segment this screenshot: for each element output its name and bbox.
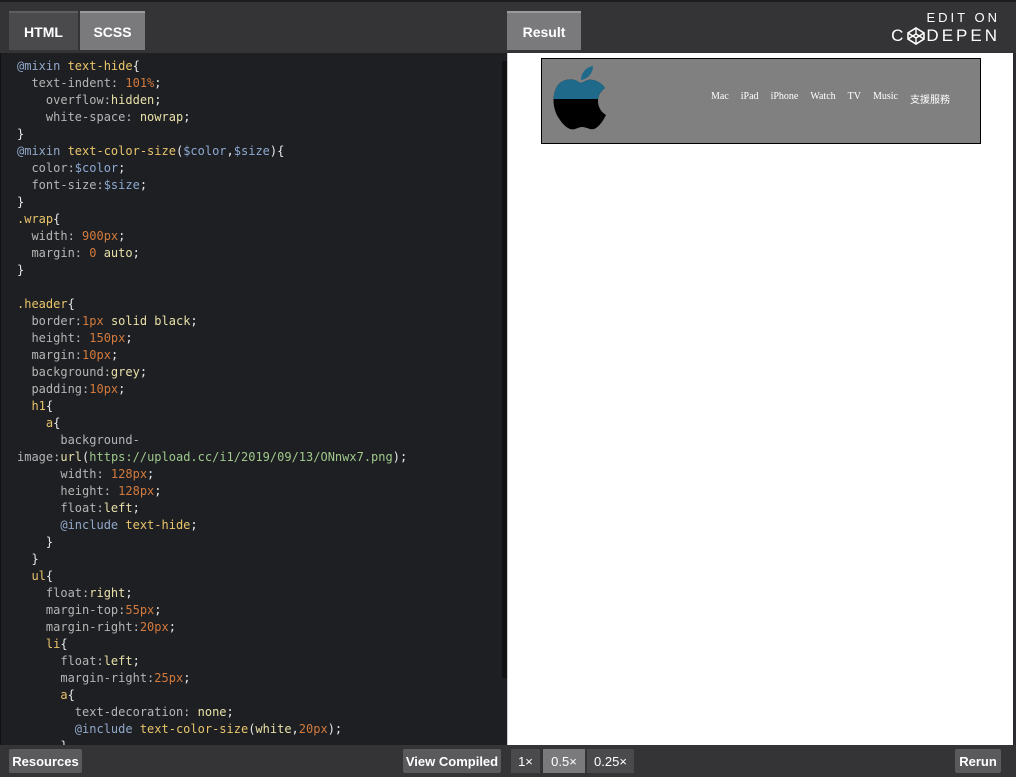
nav-link-ipad[interactable]: iPad [741, 91, 759, 106]
code-line: float:right; [17, 586, 133, 600]
code-line: float:left; [17, 501, 140, 515]
code-line: margin-right:25px; [17, 671, 191, 685]
code-line: padding:10px; [17, 382, 126, 396]
nav-link-support[interactable]: 支援服務 [910, 91, 950, 106]
code-line: @include text-color-size(white,20px); [17, 722, 343, 736]
code-line: li{ [17, 637, 68, 651]
code-line: text-indent: 101%; [17, 76, 162, 90]
scss-editor[interactable]: @mixin text-hide{ text-indent: 101%; ove… [0, 53, 507, 745]
nav-link-music[interactable]: Music [873, 91, 898, 106]
code-line: @mixin text-color-size($color,$size){ [17, 144, 285, 158]
code-line: height: 150px; [17, 331, 133, 345]
codepen-c: C [891, 26, 907, 45]
code-line: @include text-hide; [17, 518, 198, 532]
code-line: @mixin text-hide{ [17, 59, 140, 73]
tab-result[interactable]: Result [507, 11, 581, 50]
code-line: background:grey; [17, 365, 148, 379]
code-line: font-size:$size; [17, 178, 148, 192]
code-line: image:url(https://upload.cc/i1/2019/09/1… [17, 450, 408, 464]
preview-nav: Mac iPad iPhone Watch TV Music 支援服務 [711, 91, 962, 106]
zoom-0.25x-button[interactable]: 0.25× [587, 749, 634, 773]
code-line: margin: 0 auto; [17, 246, 140, 260]
codepen-cube-icon [907, 27, 926, 45]
zoom-0.5x-button[interactable]: 0.5× [543, 749, 585, 773]
nav-link-watch[interactable]: Watch [810, 91, 835, 106]
edit-on-label: EDIT ON [926, 10, 1000, 25]
nav-link-iphone[interactable]: iPhone [771, 91, 799, 106]
code-line: a{ [17, 416, 61, 430]
edit-on-codepen-link[interactable]: EDIT ON C DEPEN [891, 10, 1000, 46]
code-line: } [17, 738, 67, 745]
code-line: } [17, 263, 25, 277]
code-line: width: 128px; [17, 467, 155, 481]
code-line: width: 900px; [17, 229, 126, 243]
preview-header: Mac iPad iPhone Watch TV Music 支援服務 [541, 58, 981, 144]
codepen-rest: DEPEN [926, 26, 1000, 45]
code-line: } [17, 552, 39, 566]
code-line: float:left; [17, 654, 140, 668]
code-line: h1{ [17, 399, 54, 413]
code-line: .header{ [17, 297, 75, 311]
code-line: margin-right:20px; [17, 620, 176, 634]
code-line: a{ [17, 688, 75, 702]
code-line: text-decoration: none; [17, 705, 234, 719]
code-line: background- [17, 433, 140, 447]
view-compiled-button[interactable]: View Compiled [403, 749, 501, 773]
result-preview: Mac iPad iPhone Watch TV Music 支援服務 [507, 53, 1013, 745]
code-line: } [17, 127, 25, 141]
apple-logo-icon [553, 66, 606, 130]
rerun-button[interactable]: Rerun [955, 749, 1001, 773]
code-line: height: 128px; [17, 484, 162, 498]
code-line: white-space: nowrap; [17, 110, 191, 124]
nav-link-tv[interactable]: TV [848, 91, 861, 106]
code-line: } [17, 535, 54, 549]
code-line: overflow:hidden; [17, 93, 162, 107]
codepen-wordmark: C DEPEN [891, 26, 1000, 46]
code-line: border:1px solid black; [17, 314, 198, 328]
code-line: ul{ [17, 569, 54, 583]
bottom-bar: Resources View Compiled 1× 0.5× 0.25× Re… [0, 745, 1016, 777]
code-line: .wrap{ [17, 212, 61, 226]
code-line: margin-top:55px; [17, 603, 162, 617]
code-line: } [17, 195, 25, 209]
resources-button[interactable]: Resources [9, 749, 82, 773]
top-bar: HTML SCSS Result EDIT ON C DEPEN [0, 0, 1016, 53]
tab-scss[interactable]: SCSS [80, 11, 145, 50]
code-line: color:$color; [17, 161, 126, 175]
code-line: margin:10px; [17, 348, 119, 362]
nav-link-mac[interactable]: Mac [711, 91, 729, 106]
zoom-1x-button[interactable]: 1× [511, 749, 540, 773]
tab-html[interactable]: HTML [9, 11, 78, 50]
